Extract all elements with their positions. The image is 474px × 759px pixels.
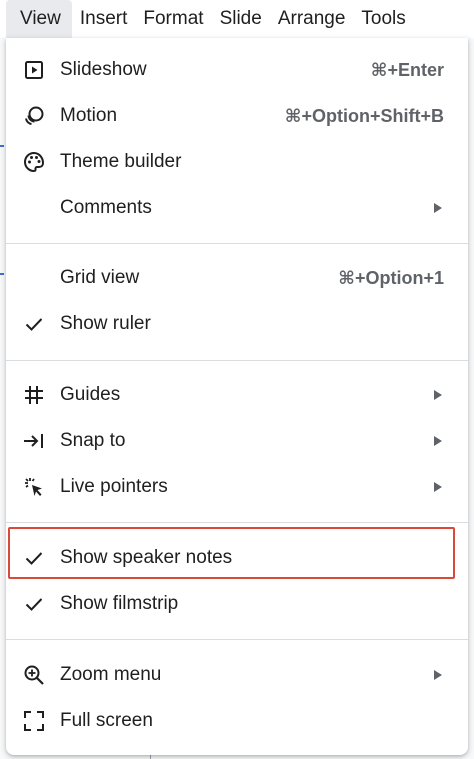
menu-item-motion[interactable]: Motion ⌘+Option+Shift+B bbox=[6, 93, 468, 139]
submenu-arrow-icon bbox=[434, 482, 442, 492]
menu-item-label: Live pointers bbox=[60, 476, 168, 497]
menubar-slide[interactable]: Slide bbox=[212, 0, 270, 38]
menu-item-label: Show filmstrip bbox=[60, 593, 179, 614]
shortcut-text: ⌘+Option+1 bbox=[338, 267, 444, 288]
submenu-arrow-icon bbox=[434, 670, 442, 680]
shortcut-text: ⌘+Option+Shift+B bbox=[284, 105, 444, 126]
menu-item-comments[interactable]: Comments bbox=[6, 185, 468, 231]
menu-divider bbox=[6, 522, 468, 523]
zoom-icon bbox=[22, 663, 46, 687]
slideshow-icon bbox=[22, 58, 46, 82]
motion-icon bbox=[22, 104, 46, 128]
menubar: View Insert Format Slide Arrange Tools bbox=[0, 0, 474, 38]
menu-item-label: Grid view bbox=[60, 267, 140, 288]
menu-item-zoom-menu[interactable]: Zoom menu bbox=[6, 652, 468, 698]
menu-divider bbox=[6, 639, 468, 640]
menu-item-live-pointers[interactable]: Live pointers bbox=[6, 464, 468, 510]
check-icon bbox=[22, 312, 46, 336]
menu-item-show-filmstrip[interactable]: Show filmstrip bbox=[6, 581, 468, 627]
menu-item-full-screen[interactable]: Full screen bbox=[6, 698, 468, 744]
menu-item-label: Guides bbox=[60, 384, 121, 405]
menu-item-label: Comments bbox=[60, 197, 152, 218]
submenu-arrow-icon bbox=[434, 436, 442, 446]
menu-item-label: Zoom menu bbox=[60, 664, 162, 685]
menu-divider bbox=[6, 243, 468, 244]
shortcut-text: ⌘+Enter bbox=[370, 59, 444, 80]
submenu-arrow-icon bbox=[434, 390, 442, 400]
menu-item-grid-view[interactable]: Grid view ⌘+Option+1 bbox=[6, 255, 468, 301]
palette-icon bbox=[22, 150, 46, 174]
menu-item-label: Snap to bbox=[60, 430, 126, 451]
menu-item-slideshow[interactable]: Slideshow ⌘+Enter bbox=[6, 47, 468, 93]
pointer-icon bbox=[22, 475, 46, 499]
menu-item-snap-to[interactable]: Snap to bbox=[6, 418, 468, 464]
menu-item-show-ruler[interactable]: Show ruler bbox=[6, 301, 468, 347]
menu-item-label: Full screen bbox=[60, 710, 153, 731]
snap-icon bbox=[22, 429, 46, 453]
menu-divider bbox=[6, 360, 468, 361]
submenu-arrow-icon bbox=[434, 203, 442, 213]
fullscreen-icon bbox=[22, 709, 46, 733]
menu-item-label: Motion bbox=[60, 105, 118, 126]
menu-item-label: Slideshow bbox=[60, 59, 147, 80]
background-accent bbox=[0, 145, 4, 147]
view-menu: Slideshow ⌘+Enter Motion ⌘+Option+Shift+… bbox=[6, 38, 468, 755]
menubar-arrange[interactable]: Arrange bbox=[270, 0, 354, 38]
menubar-tools[interactable]: Tools bbox=[353, 0, 413, 38]
menu-item-label: Show ruler bbox=[60, 313, 151, 334]
menu-item-guides[interactable]: Guides bbox=[6, 372, 468, 418]
menubar-insert[interactable]: Insert bbox=[72, 0, 136, 38]
check-icon bbox=[22, 592, 46, 616]
grid-icon bbox=[22, 383, 46, 407]
menu-item-theme-builder[interactable]: Theme builder bbox=[6, 139, 468, 185]
menubar-format[interactable]: Format bbox=[135, 0, 211, 38]
background-accent bbox=[0, 273, 4, 275]
highlight-box bbox=[8, 527, 455, 579]
menubar-view[interactable]: View bbox=[6, 0, 72, 38]
menu-item-label: Theme builder bbox=[60, 151, 182, 172]
